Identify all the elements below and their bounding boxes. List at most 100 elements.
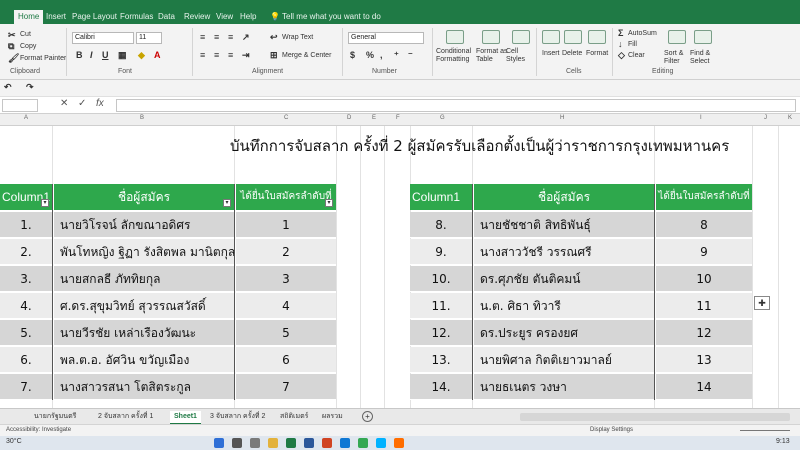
delete-cells-icon[interactable]: [564, 30, 582, 44]
underline-icon[interactable]: U: [102, 50, 109, 60]
tab-page-layout[interactable]: Page Layout: [72, 10, 117, 24]
number-header-right[interactable]: ได้ยื่นใบสมัครลำดับที่: [656, 184, 752, 210]
delete-cells-button[interactable]: Delete: [562, 50, 582, 57]
number-header[interactable]: ได้ยื่นใบสมัครลำดับที่ ▾: [236, 184, 336, 210]
format-painter-button[interactable]: Format Painter: [20, 55, 66, 62]
merge-center-button[interactable]: Merge & Center: [282, 52, 331, 59]
sheet-tab[interactable]: ผลรวม: [322, 411, 343, 423]
candidate-name-cell[interactable]: นายสกลธี ภัททิยกุล: [54, 266, 234, 292]
sheet-tab[interactable]: นายกรัฐมนตรี: [34, 411, 76, 423]
row-index-cell[interactable]: 12.: [410, 320, 472, 346]
candidate-name-cell[interactable]: พล.ต.อ. อัศวิน ขวัญเมือง: [54, 347, 234, 373]
tab-data[interactable]: Data: [158, 10, 175, 24]
tab-home[interactable]: Home: [14, 10, 44, 24]
copy-icon[interactable]: ⧉: [8, 41, 14, 52]
cell-styles-icon[interactable]: [512, 30, 530, 44]
sheet-tab[interactable]: 2 จับสลาก ครั้งที่ 1: [98, 411, 153, 423]
application-number-cell[interactable]: 3: [236, 266, 336, 292]
format-as-table-icon[interactable]: [482, 30, 500, 44]
row-index-cell[interactable]: 9.: [410, 239, 472, 265]
add-sheet-icon[interactable]: +: [362, 411, 373, 422]
row-index-cell[interactable]: 2.: [0, 239, 52, 265]
cut-icon[interactable]: ✂: [8, 30, 16, 41]
tab-help[interactable]: Help: [240, 10, 256, 24]
decrease-decimal-icon[interactable]: ⁻: [408, 50, 413, 61]
font-color-icon[interactable]: A: [154, 50, 161, 60]
row-index-cell[interactable]: 11.: [410, 293, 472, 319]
row-index-cell[interactable]: 3.: [0, 266, 52, 292]
edge-icon[interactable]: [340, 438, 350, 448]
cancel-icon[interactable]: ✕: [60, 98, 68, 109]
row-index-cell[interactable]: 8.: [410, 212, 472, 238]
application-number-cell[interactable]: 11: [656, 293, 752, 319]
font-size-select[interactable]: 11: [136, 32, 162, 44]
merge-center-icon[interactable]: ⊞: [270, 50, 278, 61]
increase-decimal-icon[interactable]: ⁺: [394, 50, 399, 61]
format-painter-icon[interactable]: 🖌: [8, 53, 19, 64]
column-header-e[interactable]: E: [372, 115, 376, 121]
sheet-tab[interactable]: สถิติเมตร์: [280, 411, 308, 423]
clear-button[interactable]: Clear: [628, 52, 645, 59]
font-name-select[interactable]: Calibri: [72, 32, 134, 44]
sort-filter-button[interactable]: Sort & Filter: [664, 50, 688, 66]
cut-button[interactable]: Cut: [20, 31, 31, 38]
filter-dropdown-icon[interactable]: ▾: [325, 199, 333, 207]
copy-button[interactable]: Copy: [20, 43, 36, 50]
accessibility-status[interactable]: Accessibility: Investigate: [6, 427, 71, 433]
autosum-icon[interactable]: Σ: [618, 28, 623, 38]
formula-input[interactable]: [116, 99, 796, 112]
candidate-name-cell[interactable]: นายชัชชาติ สิทธิพันธุ์: [474, 212, 654, 238]
application-number-cell[interactable]: 2: [236, 239, 336, 265]
application-number-cell[interactable]: 12: [656, 320, 752, 346]
redo-icon[interactable]: ↷: [26, 82, 34, 93]
name-header-right[interactable]: ชื่อผู้สมัคร: [474, 184, 654, 210]
word-icon[interactable]: [304, 438, 314, 448]
wrap-text-icon[interactable]: ↩: [270, 32, 278, 43]
format-cells-button[interactable]: Format: [586, 50, 608, 57]
row-index-cell[interactable]: 1.: [0, 212, 52, 238]
format-cells-icon[interactable]: [588, 30, 606, 44]
conditional-formatting-icon[interactable]: [446, 30, 464, 44]
candidate-name-cell[interactable]: นายวีรชัย เหล่าเรืองวัฒนะ: [54, 320, 234, 346]
start-icon[interactable]: [214, 438, 224, 448]
application-number-cell[interactable]: 14: [656, 374, 752, 400]
application-number-cell[interactable]: 7: [236, 374, 336, 400]
column-header-i[interactable]: I: [700, 115, 702, 121]
filter-dropdown-icon[interactable]: ▾: [41, 199, 49, 207]
enter-icon[interactable]: ✓: [78, 98, 86, 109]
candidate-name-cell[interactable]: ศ.ดร.สุขุมวิทย์ สุวรรณสวัสดิ์: [54, 293, 234, 319]
display-settings-button[interactable]: Display Settings: [590, 427, 633, 433]
candidate-name-cell[interactable]: ดร.ประยูร ครองยศ: [474, 320, 654, 346]
currency-icon[interactable]: $: [350, 50, 355, 60]
percent-icon[interactable]: %: [366, 50, 374, 60]
column-header-k[interactable]: K: [788, 115, 792, 121]
application-number-cell[interactable]: 8: [656, 212, 752, 238]
align-top-icon[interactable]: ≡: [200, 32, 205, 42]
sort-filter-icon[interactable]: [668, 30, 686, 44]
messenger-icon[interactable]: [376, 438, 386, 448]
application-number-cell[interactable]: 9: [656, 239, 752, 265]
candidate-name-cell[interactable]: พันโทหญิง ฐิฏา รังสิตพล มานิตกุล: [54, 239, 234, 265]
candidate-name-cell[interactable]: นายพิศาล กิตติเยาวมาลย์: [474, 347, 654, 373]
borders-icon[interactable]: ▦: [118, 50, 127, 61]
tell-me-search[interactable]: 💡 Tell me what you want to do: [270, 10, 381, 24]
candidate-name-cell[interactable]: นายธเนตร วงษา: [474, 374, 654, 400]
insert-function-button[interactable]: fx: [96, 98, 104, 109]
format-as-table-button[interactable]: Format as Table: [476, 48, 510, 64]
zoom-slider[interactable]: [740, 430, 790, 431]
number-format-select[interactable]: General: [348, 32, 424, 44]
tab-formulas[interactable]: Formulas: [120, 10, 153, 24]
powerpoint-icon[interactable]: [322, 438, 332, 448]
tab-insert[interactable]: Insert: [46, 10, 66, 24]
italic-icon[interactable]: I: [90, 50, 93, 60]
row-index-cell[interactable]: 5.: [0, 320, 52, 346]
row-index-cell[interactable]: 6.: [0, 347, 52, 373]
column-header-g[interactable]: G: [440, 115, 445, 121]
column-header-f[interactable]: F: [396, 115, 400, 121]
row-index-cell[interactable]: 4.: [0, 293, 52, 319]
find-select-icon[interactable]: [694, 30, 712, 44]
candidate-name-cell[interactable]: น.ต. ศิธา ทิวารี: [474, 293, 654, 319]
indent-icon[interactable]: ⇥: [242, 50, 250, 61]
cell-styles-button[interactable]: Cell Styles: [506, 48, 530, 64]
application-number-cell[interactable]: 13: [656, 347, 752, 373]
